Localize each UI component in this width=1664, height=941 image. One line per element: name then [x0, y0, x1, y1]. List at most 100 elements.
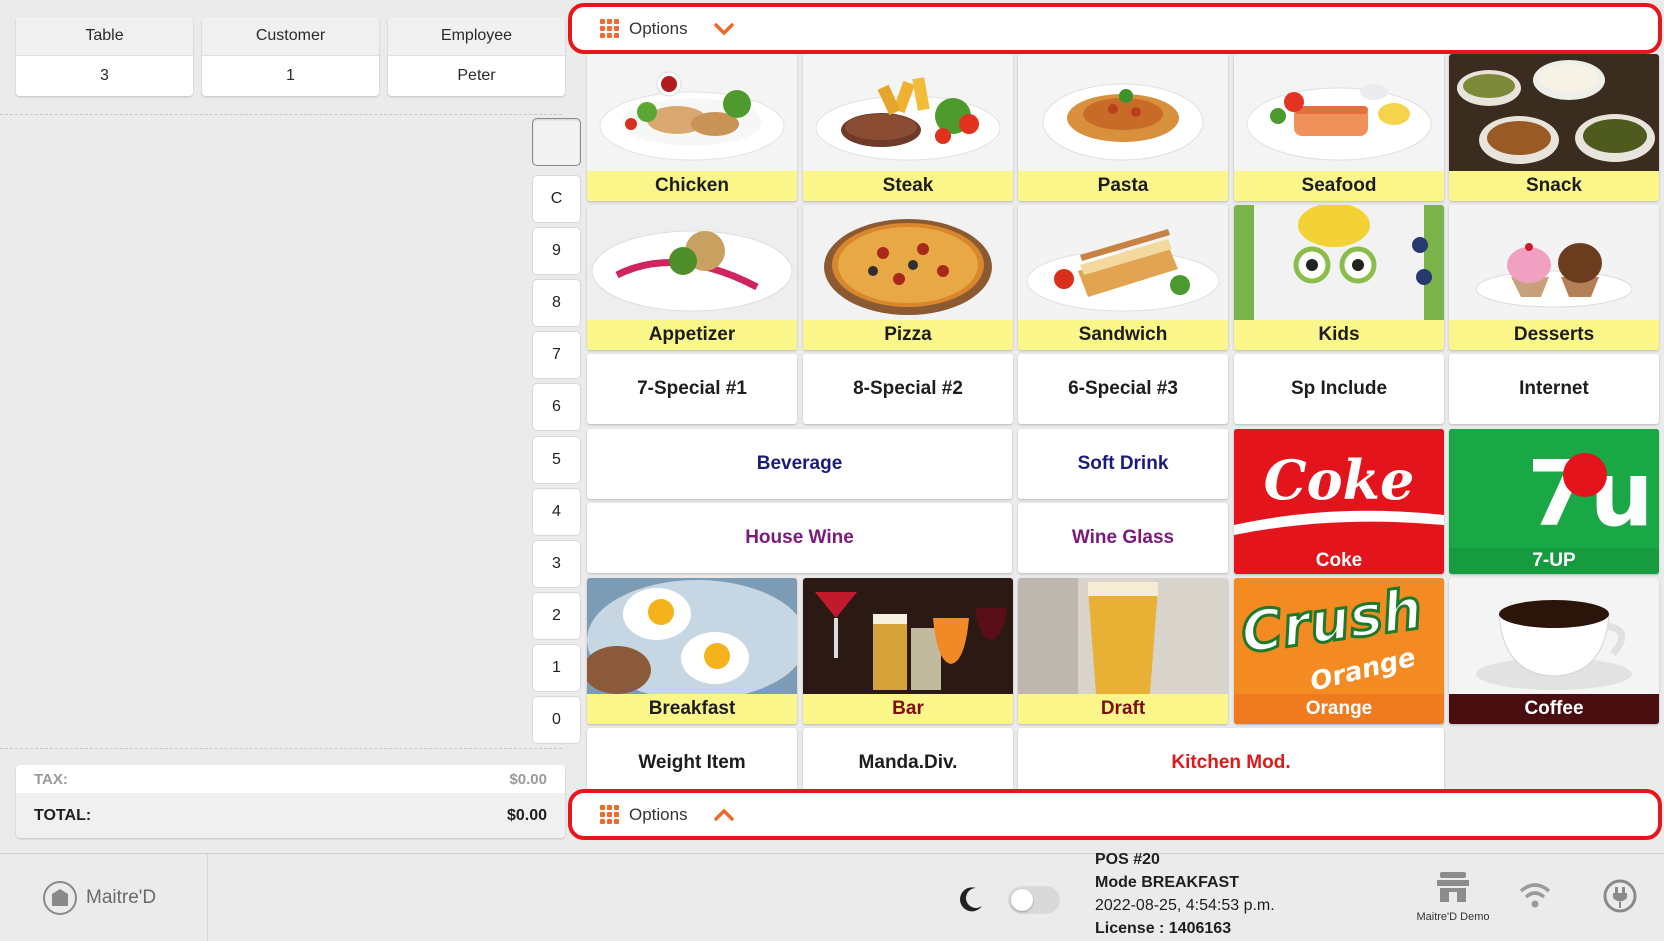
- numpad-key-6[interactable]: 6: [532, 383, 581, 431]
- store-icon: [1437, 872, 1469, 902]
- maitred-logo: Maitre'D: [0, 854, 208, 941]
- tile-internet[interactable]: Internet: [1449, 354, 1659, 424]
- tile-label: Manda.Div.: [858, 752, 958, 773]
- tile-special-1[interactable]: 7-Special #1: [587, 354, 797, 424]
- tile-kitchen-mod[interactable]: Kitchen Mod.: [1018, 728, 1444, 798]
- chicken-image: [587, 54, 797, 171]
- tile-draft[interactable]: Draft: [1018, 578, 1228, 724]
- pos-number: POS #20: [1095, 851, 1160, 868]
- tile-label: Sp Include: [1290, 378, 1388, 399]
- coke-logo-text: Coke: [1264, 448, 1415, 512]
- tile-orange[interactable]: Crush Orange Orange: [1234, 578, 1444, 724]
- tile-label: Sandwich: [1018, 320, 1228, 350]
- tile-beverage[interactable]: Beverage: [587, 429, 1012, 499]
- tile-label: Kids: [1234, 320, 1444, 350]
- tile-label: Chicken: [587, 171, 797, 201]
- tile-label: Wine Glass: [1071, 527, 1175, 548]
- numpad-key-0[interactable]: 0: [532, 696, 581, 744]
- tile-bar[interactable]: Bar: [803, 578, 1013, 724]
- tile-label: Snack: [1449, 171, 1659, 201]
- tile-sp-include[interactable]: Sp Include: [1234, 354, 1444, 424]
- employee-card[interactable]: Employee Peter: [388, 17, 565, 96]
- pos-mode: Mode BREAKFAST: [1095, 874, 1239, 891]
- numpad-key-9[interactable]: 9: [532, 227, 581, 275]
- tile-special-3[interactable]: 6-Special #3: [1018, 354, 1228, 424]
- apps-grid-icon: [600, 19, 619, 38]
- divider: [0, 748, 562, 749]
- pos-license: License : 1406163: [1095, 920, 1232, 937]
- tile-label: Seafood: [1234, 171, 1444, 201]
- tile-label: Coffee: [1449, 694, 1659, 724]
- tile-soft-drink[interactable]: Soft Drink: [1018, 429, 1228, 499]
- chevron-down-icon[interactable]: [713, 22, 734, 36]
- tile-label: Pizza: [803, 320, 1013, 350]
- numpad-display[interactable]: [532, 118, 581, 166]
- tile-appetizer[interactable]: Appetizer: [587, 205, 797, 350]
- steak-image: [803, 54, 1013, 171]
- tile-snack[interactable]: Snack: [1449, 54, 1659, 201]
- tile-coke[interactable]: Coke Coke: [1234, 429, 1444, 574]
- tile-special-2[interactable]: 8-Special #2: [803, 354, 1013, 424]
- tile-house-wine[interactable]: House Wine: [587, 503, 1012, 573]
- tile-coffee[interactable]: Coffee: [1449, 578, 1659, 724]
- chevron-up-icon[interactable]: [713, 808, 734, 822]
- tile-label: Internet: [1519, 378, 1589, 399]
- coke-logo-image: Coke: [1234, 429, 1444, 548]
- numpad-key-1[interactable]: 1: [532, 644, 581, 692]
- tile-label: Desserts: [1449, 320, 1659, 350]
- tile-pizza[interactable]: Pizza: [803, 205, 1013, 350]
- demo-store[interactable]: Maitre'D Demo: [1405, 870, 1501, 923]
- tile-weight-item[interactable]: Weight Item: [587, 728, 797, 798]
- tile-seafood[interactable]: Seafood: [1234, 54, 1444, 201]
- pos-info: POS #20 Mode BREAKFAST 2022-08-25, 4:54:…: [1095, 848, 1275, 940]
- logo-text: Maitre'D: [86, 887, 157, 908]
- tile-label: 7-Special #1: [637, 378, 747, 399]
- totals-panel: TAX: $0.00 TOTAL: $0.00: [16, 765, 565, 838]
- tile-steak[interactable]: Steak: [803, 54, 1013, 201]
- wifi-icon[interactable]: [1518, 880, 1552, 910]
- tax-row: TAX: $0.00: [16, 765, 565, 793]
- tile-label: 8-Special #2: [853, 378, 963, 399]
- sandwich-image: [1018, 205, 1228, 320]
- snack-image: [1449, 54, 1659, 171]
- divider: [0, 114, 562, 115]
- numpad-key-8[interactable]: 8: [532, 279, 581, 327]
- pasta-image: [1018, 54, 1228, 171]
- table-card[interactable]: Table 3: [16, 17, 193, 96]
- tile-label: Steak: [803, 171, 1013, 201]
- tile-wine-glass[interactable]: Wine Glass: [1018, 503, 1228, 573]
- demo-label: Maitre'D Demo: [1416, 911, 1490, 923]
- numpad-key-7[interactable]: 7: [532, 331, 581, 379]
- total-value: $0.00: [506, 806, 547, 824]
- total-label: TOTAL:: [34, 806, 92, 824]
- numpad-key-3[interactable]: 3: [532, 540, 581, 588]
- tile-sandwich[interactable]: Sandwich: [1018, 205, 1228, 350]
- tile-label: Pasta: [1018, 171, 1228, 201]
- customer-card[interactable]: Customer 1: [202, 17, 379, 96]
- employee-value: Peter: [388, 56, 565, 96]
- tile-7up[interactable]: 7up 7-UP: [1449, 429, 1659, 574]
- dark-mode-toggle[interactable]: [1008, 886, 1060, 914]
- tile-chicken[interactable]: Chicken: [587, 54, 797, 201]
- numpad-key-clear[interactable]: C: [532, 175, 581, 223]
- status-bar: Maitre'D POS #20 Mode BREAKFAST 2022-08-…: [0, 851, 1664, 941]
- options-bar-bottom[interactable]: Options: [568, 789, 1662, 840]
- numpad-key-5[interactable]: 5: [532, 436, 581, 484]
- tile-label: Draft: [1018, 694, 1228, 724]
- tile-kids[interactable]: Kids: [1234, 205, 1444, 350]
- seafood-image: [1234, 54, 1444, 171]
- kids-image: [1234, 205, 1444, 320]
- numpad-key-2[interactable]: 2: [532, 592, 581, 640]
- tile-manda-div[interactable]: Manda.Div.: [803, 728, 1013, 798]
- numpad-key-4[interactable]: 4: [532, 488, 581, 536]
- options-bar-top[interactable]: Options: [568, 3, 1662, 54]
- dark-mode-moon-icon[interactable]: [956, 884, 986, 914]
- pos-datetime: 2022-08-25, 4:54:53 p.m.: [1095, 897, 1275, 914]
- tile-label: 6-Special #3: [1068, 378, 1178, 399]
- tile-breakfast[interactable]: Breakfast: [587, 578, 797, 724]
- power-plug-icon[interactable]: [1602, 878, 1638, 914]
- tile-desserts[interactable]: Desserts: [1449, 205, 1659, 350]
- total-row: TOTAL: $0.00: [16, 793, 565, 838]
- draft-image: [1018, 578, 1228, 694]
- tile-pasta[interactable]: Pasta: [1018, 54, 1228, 201]
